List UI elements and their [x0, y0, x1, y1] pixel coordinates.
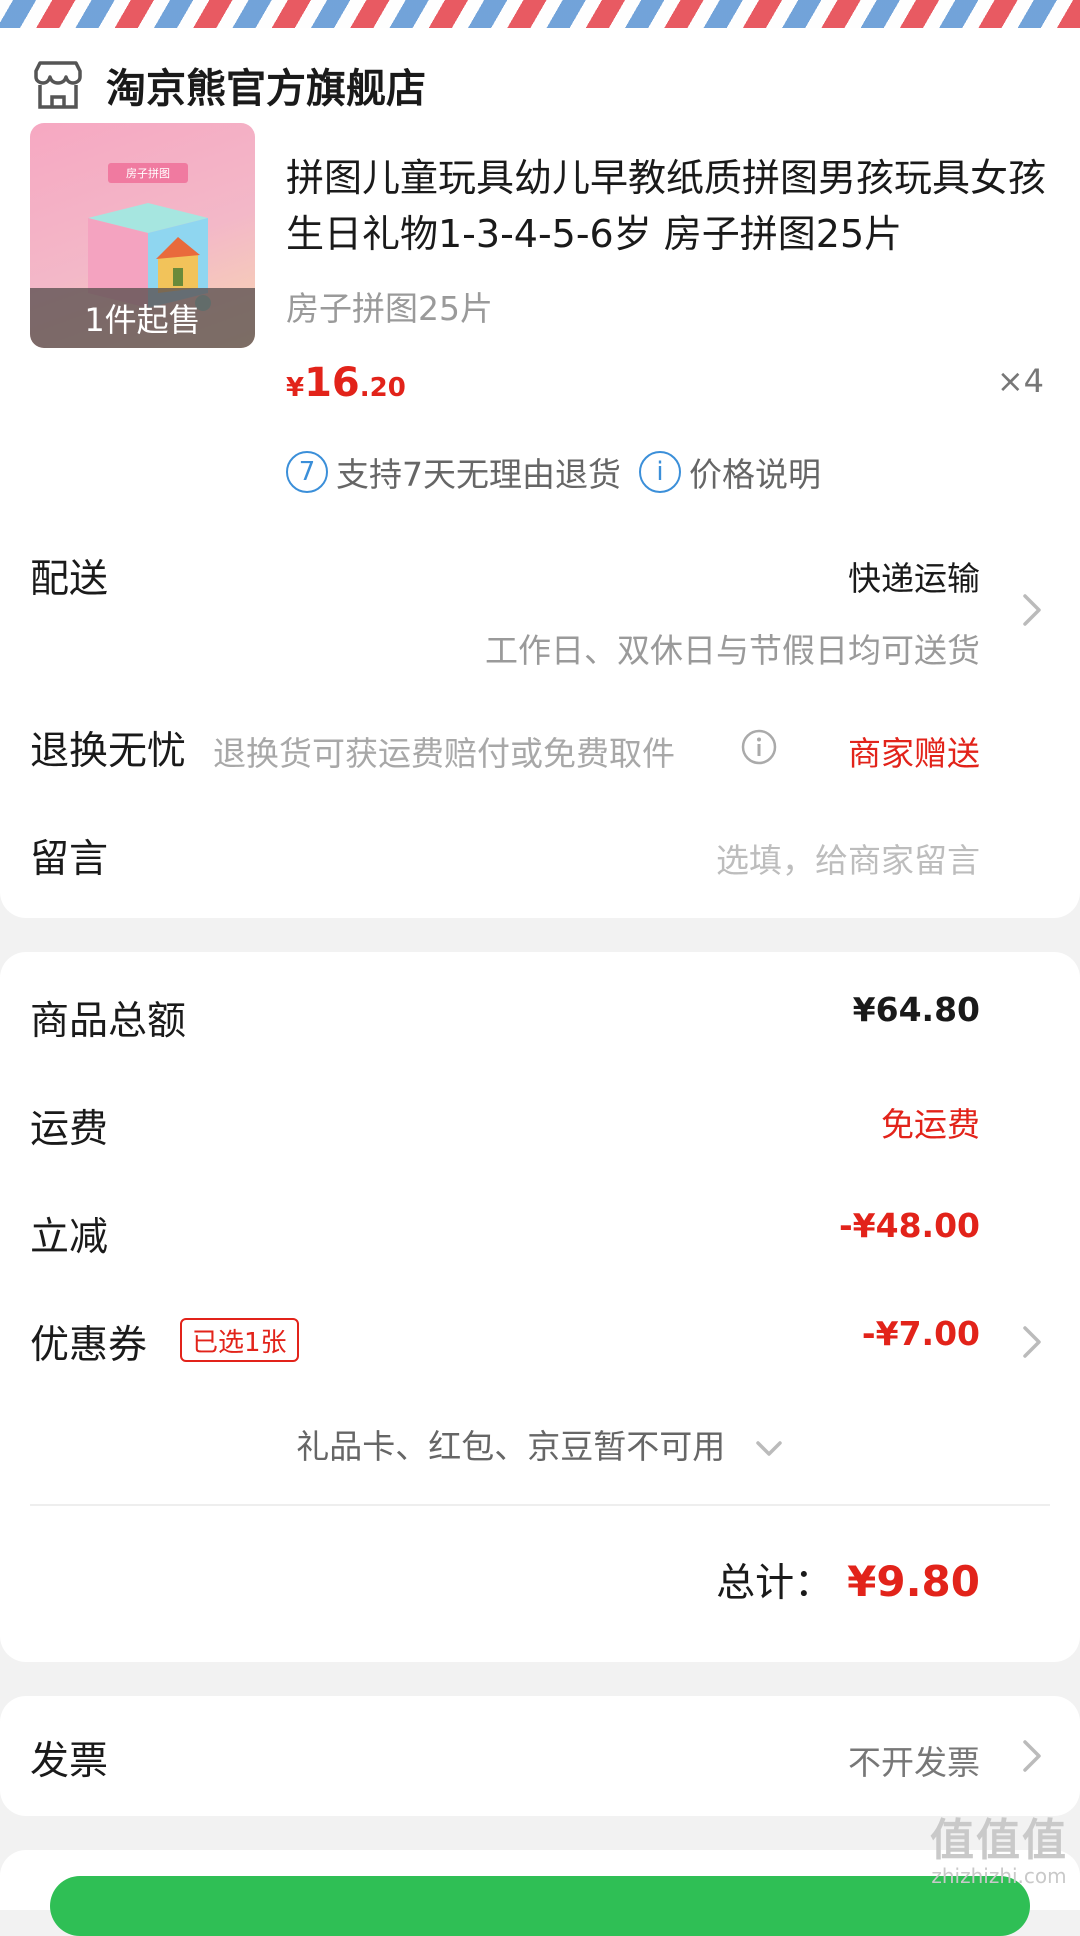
total-row: 总计： ¥9.80: [716, 1552, 980, 1608]
goods-total-label: 商品总额: [30, 999, 187, 1044]
return-insurance-desc: 退换货可获运费赔付或免费取件: [213, 734, 675, 773]
store-icon: [34, 61, 82, 109]
watermark-logo: 值值值: [930, 1815, 1068, 1866]
shipping-label: 运费: [30, 1107, 109, 1152]
unavailable-payment-row[interactable]: 礼品卡、红包、京豆暂不可用: [0, 1420, 1080, 1468]
delivery-method[interactable]: 快递运输: [848, 552, 980, 600]
product-title[interactable]: 拼图儿童玩具幼儿早教纸质拼图男孩玩具女孩生日礼物1-3-4-5-6岁 房子拼图2…: [286, 150, 1056, 262]
info-icon: i: [639, 451, 681, 493]
watermark: 值值值 zhizhizhi.com: [930, 1804, 1068, 1888]
min-order-badge: 1件起售: [30, 288, 255, 348]
seven-day-return-text[interactable]: 支持7天无理由退货: [336, 448, 621, 496]
shipping-value: 免运费: [881, 1105, 980, 1144]
invoice-value[interactable]: 不开发票: [848, 1736, 980, 1784]
total-label: 总计：: [716, 1561, 834, 1606]
unavailable-payment-text: 礼品卡、红包、京豆暂不可用: [296, 1427, 726, 1466]
product-spec: 房子拼图25片: [286, 289, 493, 328]
discount-value: -¥48.00: [838, 1206, 980, 1245]
goods-total-value: ¥64.80: [852, 990, 980, 1029]
price-symbol: ¥: [286, 373, 305, 403]
order-item-card: 淘京熊官方旗舰店 房子拼图 1件起售 拼图儿童玩具幼儿早教纸质拼图男孩玩具女孩生…: [0, 28, 1080, 918]
discount-label: 立减: [30, 1215, 109, 1260]
message-label: 留言: [30, 837, 109, 882]
return-insurance-label: 退换无忧: [30, 729, 187, 774]
shop-header[interactable]: 淘京熊官方旗舰店: [30, 50, 426, 120]
chevron-right-icon[interactable]: [1020, 1322, 1044, 1362]
price-explanation-link[interactable]: 价格说明: [689, 448, 821, 496]
product-quantity: ×4: [996, 362, 1044, 400]
service-row: 7 支持7天无理由退货 i 价格说明: [286, 448, 821, 496]
product-thumbnail[interactable]: 房子拼图 1件起售: [30, 123, 255, 348]
price-decimal: .20: [359, 373, 406, 403]
chevron-right-icon[interactable]: [1020, 590, 1044, 630]
invoice-label: 发票: [30, 1739, 109, 1784]
total-value: ¥9.80: [847, 1557, 980, 1606]
chevron-down-icon: [756, 1440, 782, 1456]
shop-name: 淘京熊官方旗舰店: [106, 66, 426, 112]
coupon-selected-tag[interactable]: 已选1张: [180, 1318, 299, 1362]
airmail-border: [0, 0, 1080, 28]
info-outline-icon[interactable]: [740, 728, 778, 766]
seven-day-return-icon: 7: [286, 451, 328, 493]
coupon-value[interactable]: -¥7.00: [862, 1314, 980, 1353]
product-price: ¥16.20: [286, 360, 406, 406]
thumb-label: 房子拼图: [126, 166, 170, 180]
delivery-label: 配送: [30, 557, 109, 602]
price-integer: 16: [304, 360, 360, 406]
divider: [30, 1504, 1050, 1506]
delivery-schedule: 工作日、双休日与节假日均可送货: [485, 631, 980, 670]
message-input[interactable]: 选填，给商家留言: [716, 834, 980, 882]
chevron-right-icon[interactable]: [1020, 1736, 1044, 1776]
submit-order-button[interactable]: [50, 1876, 1030, 1936]
coupon-label: 优惠券: [30, 1323, 148, 1368]
return-insurance-value: 商家赠送: [848, 734, 980, 773]
watermark-url: zhizhizhi.com: [931, 1864, 1067, 1888]
